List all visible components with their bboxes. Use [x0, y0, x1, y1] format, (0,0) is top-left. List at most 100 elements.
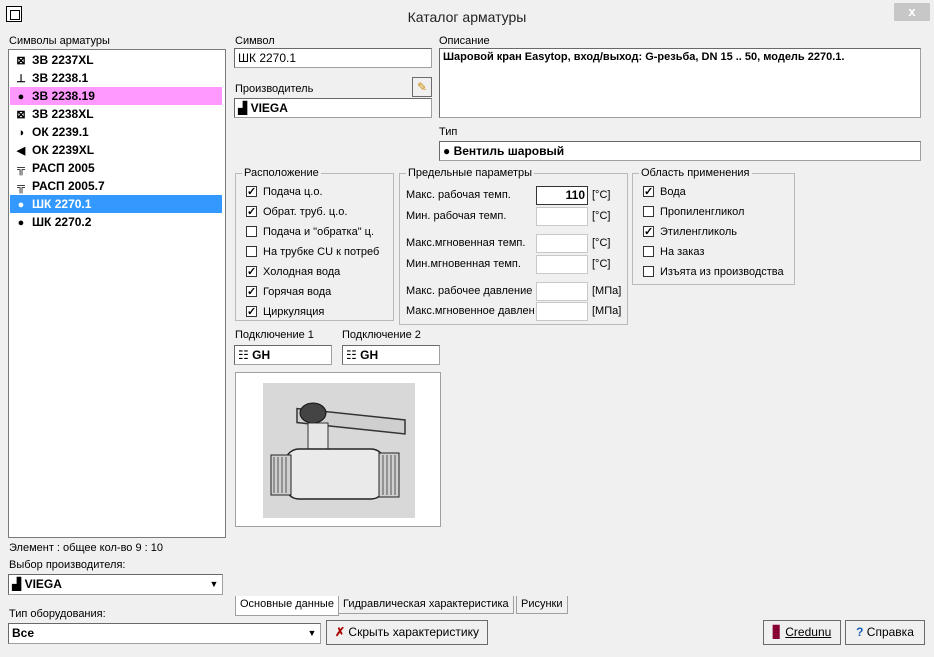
hide-characteristic-button[interactable]: ✗ Скрыть характеристику — [326, 620, 488, 645]
help-label: Справка — [866, 625, 914, 639]
checkbox-box[interactable] — [246, 264, 257, 280]
location-checkbox[interactable]: Холодная вода — [246, 264, 388, 280]
limit-input[interactable] — [536, 282, 588, 301]
limit-input[interactable] — [536, 255, 588, 274]
checkbox-box[interactable] — [643, 206, 654, 217]
application-checkbox[interactable]: Изъята из производства — [643, 264, 789, 280]
location-checkbox[interactable]: Циркуляция — [246, 304, 388, 320]
connection1-label: Подключение 1 — [235, 329, 314, 341]
checkbox-box[interactable] — [246, 226, 257, 237]
help-button[interactable]: ? Справка — [845, 620, 925, 645]
tab-hydraulics[interactable]: Гидравлическая характеристика — [338, 596, 514, 614]
producer-field[interactable]: ▟ VIEGA — [234, 98, 432, 118]
valve-picture-frame — [235, 372, 441, 527]
checkbox-box[interactable] — [643, 266, 654, 277]
checkbox-label: Обрат. труб. ц.о. — [263, 206, 348, 218]
application-group: Область применения Вода Пропиленгликол Эти… — [632, 167, 795, 285]
connection1-field[interactable]: ☷ GH — [234, 345, 332, 365]
element-count: Элемент : общее кол-во 9 : 10 — [9, 542, 163, 554]
chevron-down-icon[interactable]: ▼ — [206, 575, 222, 594]
checkbox-box[interactable] — [643, 246, 654, 257]
tools-icon: ▊ — [772, 625, 782, 639]
list-item[interactable]: ⊥ ЗВ 2238.1 — [10, 69, 222, 87]
type-label: Тип — [439, 126, 458, 138]
checkbox-box[interactable] — [246, 246, 257, 257]
list-item-label: ШК 2270.1 — [32, 197, 92, 211]
edit-producer-button[interactable]: ✎ — [412, 77, 432, 97]
checkbox-label: Циркуляция — [263, 306, 325, 318]
list-item[interactable]: ◀ ОК 2239XL — [10, 141, 222, 159]
connection2-field[interactable]: ☷ GH — [342, 345, 440, 365]
limits-group: Предельные параметры Макс. рабочая темп.… — [399, 167, 628, 325]
location-checkbox[interactable]: Подача ц.о. — [246, 184, 388, 200]
description-field[interactable]: Шаровой кран Easytop, вход/выход: G-резь… — [439, 48, 921, 118]
producer-label: Производитель — [235, 83, 314, 95]
valve-symbol-icon: ⊠ — [16, 109, 26, 121]
checkbox-label: На трубке CU к потреб — [263, 246, 380, 258]
checkbox-box[interactable] — [246, 184, 257, 200]
checkbox-label: На заказ — [660, 246, 705, 258]
list-item-label: ОК 2239.1 — [32, 125, 89, 139]
location-checkbox[interactable]: На трубке CU к потреб — [246, 244, 388, 260]
tools-icon: ▟ — [12, 577, 22, 591]
chevron-down-icon[interactable]: ▼ — [304, 624, 320, 643]
limit-input[interactable] — [536, 207, 588, 226]
checkbox-box[interactable] — [643, 224, 654, 240]
thread-icon: ☷ — [346, 348, 357, 362]
producer-select-label: Выбор производителя: — [9, 559, 126, 571]
list-item[interactable]: ◑ ОК 2239.1 — [10, 123, 222, 141]
list-item[interactable]: ● ШК 2270.1 — [10, 195, 222, 213]
type-field[interactable]: ● Вентиль шаровый — [439, 141, 921, 161]
application-checkbox[interactable]: Вода — [643, 184, 789, 200]
limit-label: Макс.мгновенное давлен — [406, 305, 534, 317]
connection1-value: GH — [252, 348, 271, 362]
symbol-field[interactable]: ШК 2270.1 — [234, 48, 432, 68]
application-checkbox[interactable]: Этиленгликоль — [643, 224, 789, 240]
list-item[interactable]: ╦ РАСП 2005 — [10, 159, 222, 177]
checkbox-label: Горячая вода — [263, 286, 332, 298]
location-checkbox[interactable]: Подача и "обратка" ц. — [246, 224, 388, 240]
help-icon: ? — [856, 625, 864, 639]
checkbox-box[interactable] — [246, 204, 257, 220]
list-item[interactable]: ⊠ ЗВ 2238XL — [10, 105, 222, 123]
limit-input[interactable]: 110 — [536, 186, 588, 205]
equipment-type-label: Тип оборудования: — [9, 608, 106, 620]
location-checkbox[interactable]: Горячая вода — [246, 284, 388, 300]
checkbox-box[interactable] — [246, 284, 257, 300]
valve-symbol-icon: ◀ — [16, 145, 26, 157]
tools-button[interactable]: ▊ Credunu — [763, 620, 841, 645]
checkbox-label: Вода — [660, 186, 686, 198]
list-item-label: РАСП 2005 — [32, 161, 95, 175]
close-button[interactable]: x — [894, 3, 930, 21]
list-item[interactable]: ╦ РАСП 2005.7 — [10, 177, 222, 195]
application-checkbox[interactable]: На заказ — [643, 244, 789, 260]
valve-symbol-icon: ◑ — [17, 127, 25, 139]
valve-symbol-icon: ╦ — [17, 163, 25, 175]
limit-unit: [°C] — [592, 237, 611, 249]
producer-value: VIEGA — [250, 101, 288, 115]
checkbox-box[interactable] — [643, 184, 654, 200]
valve-symbol-icon: ● — [17, 199, 25, 211]
list-item-label: ОК 2239XL — [32, 143, 95, 157]
symbols-label: Символы арматуры — [9, 35, 110, 47]
checkbox-label: Подача и "обратка" ц. — [263, 226, 375, 238]
checkbox-label: Подача ц.о. — [263, 186, 323, 198]
limit-label: Макс. рабочее давление — [406, 285, 533, 297]
list-item[interactable]: ⊠ ЗВ 2237XL — [10, 51, 222, 69]
checkbox-box[interactable] — [246, 304, 257, 320]
equipment-type-select[interactable]: Все ▼ — [8, 623, 321, 644]
equipment-type-value: Все — [12, 626, 35, 640]
symbols-list[interactable]: ⊠ ЗВ 2237XL ⊥ ЗВ 2238.1 ● ЗВ 2238.19 ⊠ ЗВ 2238X… — [8, 49, 226, 538]
limit-input[interactable] — [536, 234, 588, 253]
limit-input[interactable] — [536, 302, 588, 321]
list-item[interactable]: ● ШК 2270.2 — [10, 213, 222, 231]
limit-label: Мин.мгновенная темп. — [406, 258, 521, 270]
limit-unit: [°C] — [592, 258, 611, 270]
tab-basic-data[interactable]: Основные данные — [235, 596, 339, 616]
location-checkbox[interactable]: Обрат. труб. ц.о. — [246, 204, 388, 220]
tab-pictures[interactable]: Рисунки — [516, 596, 568, 614]
hide-characteristic-label: Скрыть характеристику — [348, 625, 479, 639]
producer-select[interactable]: ▟ VIEGA ▼ — [8, 574, 223, 595]
list-item[interactable]: ● ЗВ 2238.19 — [10, 87, 222, 105]
application-checkbox[interactable]: Пропиленгликол — [643, 204, 789, 220]
